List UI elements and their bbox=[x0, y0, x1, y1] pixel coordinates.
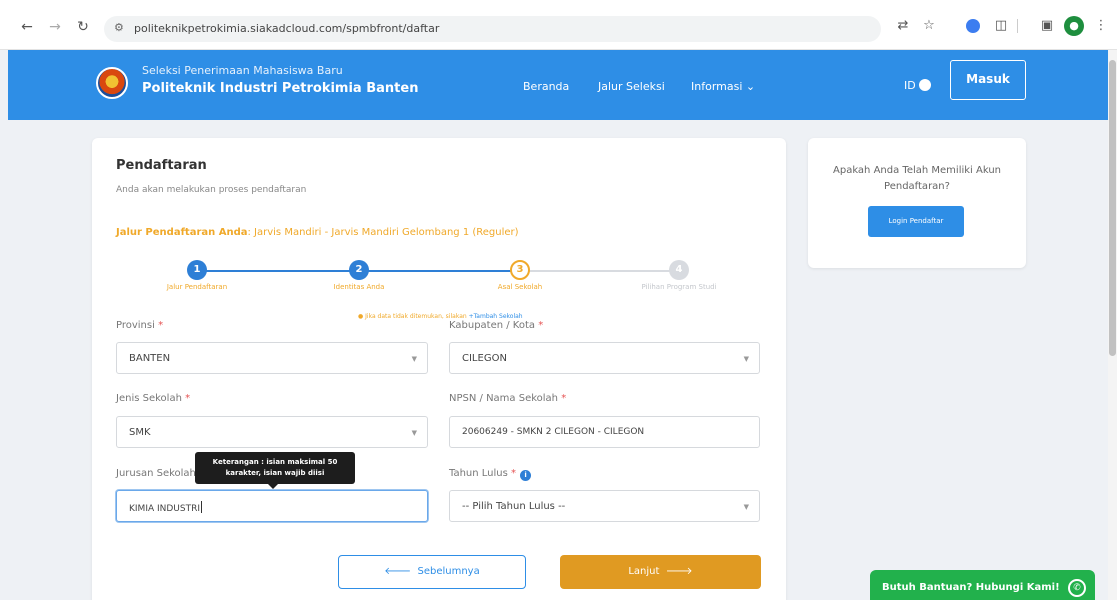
page-scrollbar-thumb[interactable] bbox=[1109, 60, 1116, 356]
step-3-label: Asal Sekolah bbox=[497, 283, 543, 291]
brand-subtitle: Seleksi Penerimaan Mahasiswa Baru bbox=[142, 64, 343, 77]
whatsapp-icon: ✆ bbox=[1068, 579, 1086, 597]
address-text: politeknikpetrokimia.siakadcloud.com/spm… bbox=[134, 22, 440, 35]
translate-icon[interactable]: ⇄ bbox=[894, 17, 912, 35]
site-info-icon[interactable]: ⚙ bbox=[114, 21, 124, 34]
side-panel-icon[interactable]: ▣ bbox=[1038, 17, 1056, 35]
extensions-puzzle-icon[interactable]: ◫ bbox=[992, 17, 1010, 35]
previous-button[interactable]: 🡐 Sebelumnya bbox=[338, 555, 526, 589]
login-pendaftar-button[interactable]: Login Pendaftar bbox=[868, 206, 964, 237]
toolbar-divider bbox=[1017, 19, 1018, 33]
nav-informasi[interactable]: Informasi ⌄ bbox=[691, 80, 755, 93]
kabupaten-value: CILEGON bbox=[462, 353, 507, 364]
chevron-down-icon: ▼ bbox=[411, 429, 417, 437]
step-1-dot: 1 bbox=[187, 260, 207, 280]
tooltip-line-1: Keterangan : isian maksimal 50 bbox=[212, 458, 338, 466]
npsn-label: NPSN / Nama Sekolah * bbox=[449, 393, 567, 404]
brand-title: Politeknik Industri Petrokimia Banten bbox=[142, 81, 419, 96]
whatsapp-help-button[interactable]: Butuh Bantuan? Hubungi Kami! ✆ bbox=[870, 570, 1095, 600]
forward-icon[interactable]: → bbox=[46, 18, 64, 36]
extension-icon[interactable] bbox=[966, 19, 980, 33]
step-3-dot: 3 bbox=[510, 260, 530, 280]
kabupaten-label: Kabupaten / Kota * bbox=[449, 320, 544, 331]
institution-logo[interactable] bbox=[96, 67, 128, 99]
chevron-down-icon: ▼ bbox=[743, 503, 749, 511]
nav-beranda[interactable]: Beranda bbox=[523, 80, 569, 93]
jenis-sekolah-select[interactable]: SMK ▼ bbox=[116, 416, 428, 448]
jurusan-label: Jurusan Sekolah * bbox=[116, 468, 204, 479]
step-4-label: Pilihan Program Studi bbox=[641, 283, 717, 291]
tooltip-line-2: karakter, isian wajib diisi bbox=[225, 469, 325, 477]
jurusan-tooltip: Keterangan : isian maksimal 50 karakter,… bbox=[195, 452, 355, 489]
menu-kebab-icon[interactable]: ⋮ bbox=[1092, 17, 1110, 35]
text-cursor bbox=[201, 501, 203, 513]
profile-avatar[interactable]: ● bbox=[1064, 16, 1084, 36]
bookmark-star-icon[interactable]: ☆ bbox=[920, 17, 938, 35]
address-bar[interactable]: ⚙ politeknikpetrokimia.siakadcloud.com/s… bbox=[104, 16, 881, 42]
browser-toolbar: ← → ↻ ⚙ politeknikpetrokimia.siakadcloud… bbox=[0, 0, 1117, 50]
tahun-lulus-select[interactable]: -- Pilih Tahun Lulus -- ▼ bbox=[449, 490, 760, 522]
language-switcher[interactable]: ID bbox=[904, 79, 931, 92]
back-icon[interactable]: ← bbox=[18, 18, 36, 36]
login-prompt-card: Apakah Anda Telah Memiliki Akun Pendafta… bbox=[808, 138, 1026, 268]
chevron-down-icon: ▼ bbox=[411, 355, 417, 363]
page-title: Pendaftaran bbox=[116, 158, 207, 173]
login-prompt-text: Apakah Anda Telah Memiliki Akun Pendafta… bbox=[833, 165, 1001, 192]
step-2-label: Identitas Anda bbox=[333, 283, 385, 291]
jalur-info: Jalur Pendaftaran Anda: Jarvis Mandiri -… bbox=[116, 227, 519, 238]
jurusan-input[interactable]: KIMIA INDUSTRI bbox=[116, 490, 428, 522]
language-label: ID bbox=[904, 79, 916, 92]
provinsi-value: BANTEN bbox=[129, 353, 171, 364]
arrow-right-icon: 🡒 bbox=[665, 566, 693, 577]
tahun-lulus-label: Tahun Lulus * i bbox=[449, 468, 532, 481]
globe-icon bbox=[918, 79, 931, 91]
kabupaten-select[interactable]: CILEGON ▼ bbox=[449, 342, 760, 374]
stepper-remaining-line bbox=[517, 270, 677, 272]
page-subtitle: Anda akan melakukan proses pendaftaran bbox=[116, 185, 307, 195]
provinsi-label: Provinsi * bbox=[116, 320, 164, 331]
add-school-link[interactable]: +Tambah Sekolah bbox=[469, 313, 523, 320]
provinsi-select[interactable]: BANTEN ▼ bbox=[116, 342, 428, 374]
jenis-sekolah-label: Jenis Sekolah * bbox=[116, 393, 191, 404]
sekolah-hint: ● Jika data tidak ditemukan, silakan +Ta… bbox=[358, 313, 523, 320]
tahun-lulus-placeholder: -- Pilih Tahun Lulus -- bbox=[462, 501, 566, 512]
info-icon[interactable]: i bbox=[520, 470, 532, 481]
jenis-sekolah-value: SMK bbox=[129, 427, 151, 438]
site-header: Seleksi Penerimaan Mahasiswa Baru Polite… bbox=[8, 50, 1112, 120]
npsn-value: 20606249 - SMKN 2 CILEGON - CILEGON bbox=[462, 427, 645, 437]
login-button[interactable]: Masuk bbox=[950, 60, 1026, 100]
jalur-value: : Jarvis Mandiri - Jarvis Mandiri Gelomb… bbox=[247, 227, 519, 238]
jurusan-value: KIMIA INDUSTRI bbox=[129, 501, 203, 514]
step-1-label: Jalur Pendaftaran bbox=[166, 283, 228, 291]
next-button[interactable]: Lanjut 🡒 bbox=[560, 555, 761, 589]
step-4-dot: 4 bbox=[669, 260, 689, 280]
arrow-left-icon: 🡐 bbox=[384, 566, 412, 577]
jalur-label: Jalur Pendaftaran Anda bbox=[116, 227, 248, 238]
whatsapp-help-label: Butuh Bantuan? Hubungi Kami! bbox=[882, 582, 1060, 593]
reload-icon[interactable]: ↻ bbox=[74, 18, 92, 36]
nav-jalur-seleksi[interactable]: Jalur Seleksi bbox=[598, 80, 665, 93]
step-2-dot: 2 bbox=[349, 260, 369, 280]
npsn-input[interactable]: 20606249 - SMKN 2 CILEGON - CILEGON bbox=[449, 416, 760, 448]
chevron-down-icon: ▼ bbox=[743, 355, 749, 363]
